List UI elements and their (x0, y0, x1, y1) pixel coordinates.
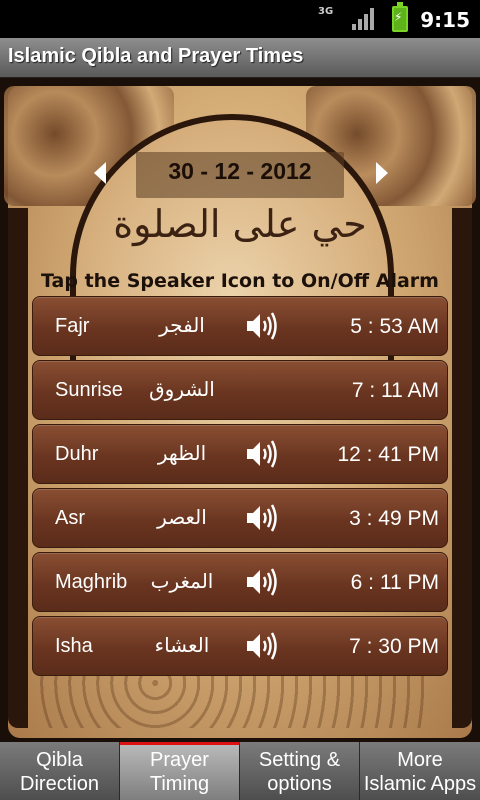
prayer-time: 5 : 53 AM (350, 315, 439, 338)
speaker-icon[interactable] (245, 631, 279, 661)
tab-qibla-direction[interactable]: Qibla Direction (0, 742, 120, 800)
tab-label-line2: Direction (20, 773, 99, 795)
speaker-icon[interactable] (245, 567, 279, 597)
tab-label-line2: options (267, 773, 332, 795)
arrow-left-icon[interactable] (94, 162, 106, 184)
signal-icon (352, 8, 376, 30)
status-bar: 3G 9:15 (0, 0, 480, 38)
arabic-calligraphy: حي على الصلوة (113, 202, 367, 246)
tab-settings-options[interactable]: Setting & options (240, 742, 360, 800)
prayer-row-fajr[interactable]: Fajr الفجر 5 : 53 AM (32, 296, 448, 356)
prayer-row-maghrib[interactable]: Maghrib المغرب 6 : 11 PM (32, 552, 448, 612)
app-title: Islamic Qibla and Prayer Times (8, 45, 304, 67)
tab-label-line1: Prayer (150, 749, 209, 771)
prayer-time: 7 : 11 AM (351, 379, 439, 402)
prayer-name-arabic: العشاء (154, 633, 210, 657)
prayer-row-sunrise[interactable]: Sunrise الشروق 7 : 11 AM (32, 360, 448, 420)
prayer-time: 3 : 49 PM (349, 507, 439, 530)
tab-label-line1: More (397, 749, 443, 771)
alarm-instruction: Tap the Speaker Icon to On/Off Alarm (41, 270, 439, 292)
prayer-name-arabic: الظهر (157, 441, 207, 465)
prayer-row-isha[interactable]: Isha العشاء 7 : 30 PM (32, 616, 448, 676)
tab-label-line2: Islamic Apps (363, 773, 477, 795)
prayer-row-asr[interactable]: Asr العصر 3 : 49 PM (32, 488, 448, 548)
clock: 9:15 (420, 8, 470, 32)
prayer-name-arabic: الفجر (159, 313, 205, 337)
prayer-name: Duhr (55, 443, 99, 465)
prayer-time: 12 : 41 PM (337, 443, 439, 466)
speaker-icon[interactable] (245, 311, 279, 341)
speaker-icon[interactable] (245, 439, 279, 469)
tab-more-islamic-apps[interactable]: More Islamic Apps (360, 742, 480, 800)
battery-icon (392, 2, 408, 32)
prayer-time: 7 : 30 PM (349, 635, 439, 658)
date-display: 30 - 12 - 2012 (168, 158, 312, 184)
prayer-row-duhr[interactable]: Duhr الظهر 12 : 41 PM (32, 424, 448, 484)
bottom-tab-bar: Qibla Direction Prayer Timing Setting & … (0, 742, 480, 800)
prayer-name: Sunrise (55, 379, 123, 401)
speaker-icon[interactable] (245, 503, 279, 533)
prayer-name-arabic: العصر (157, 505, 207, 529)
prayer-name-arabic: الشروق (149, 377, 215, 401)
app-title-bar: Islamic Qibla and Prayer Times (0, 38, 480, 78)
prayer-name: Fajr (55, 315, 90, 337)
tab-label-line2: Timing (149, 773, 210, 795)
prayer-time: 6 : 11 PM (350, 571, 439, 594)
tab-prayer-timing[interactable]: Prayer Timing (120, 742, 240, 800)
tab-label-line1: Qibla (36, 749, 83, 771)
prayer-times-screen: 30 - 12 - 2012 حي على الصلوة Tap the Spe… (0, 78, 480, 742)
network-type: 3G (318, 6, 334, 17)
prayer-name: Isha (55, 635, 93, 657)
arrow-right-icon[interactable] (376, 162, 388, 184)
prayer-name-arabic: المغرب (150, 569, 214, 593)
prayer-name: Maghrib (55, 571, 128, 593)
prayer-name: Asr (55, 507, 85, 529)
tab-label-line1: Setting & (258, 749, 341, 771)
